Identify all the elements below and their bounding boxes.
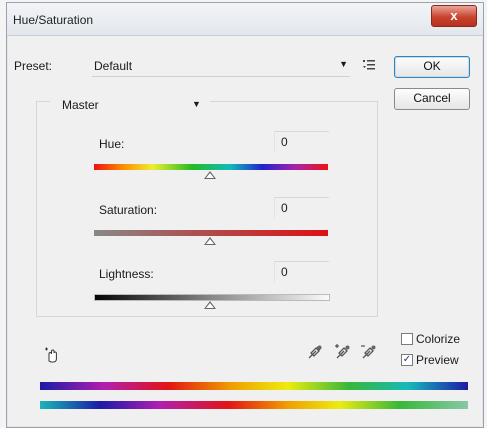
targeted-adjustment-hand-icon[interactable]	[42, 347, 62, 363]
lightness-slider-thumb[interactable]	[204, 301, 216, 309]
ok-button[interactable]: OK	[394, 56, 470, 78]
eyedropper-icon[interactable]	[306, 343, 324, 361]
preset-label: Preset:	[14, 59, 53, 73]
channel-value: Master	[62, 98, 99, 112]
colorize-checkbox[interactable]	[401, 333, 413, 345]
preview-label: Preview	[416, 353, 459, 367]
title-bar[interactable]: Hue/Saturation x	[7, 3, 483, 36]
hue-value-input[interactable]: 0	[274, 131, 329, 152]
lightness-slider-track[interactable]	[94, 294, 330, 301]
close-icon: x	[450, 8, 458, 23]
preset-menu-icon[interactable]	[362, 58, 376, 72]
lightness-value-input[interactable]: 0	[274, 261, 329, 282]
hue-label: Hue:	[99, 137, 125, 151]
saturation-value-input[interactable]: 0	[274, 197, 329, 218]
colorize-label: Colorize	[416, 332, 461, 346]
hue-slider-track[interactable]	[94, 164, 328, 170]
lightness-label: Lightness:	[99, 267, 154, 281]
saturation-label: Saturation:	[99, 203, 158, 217]
preset-value: Default	[94, 59, 133, 73]
dropdown-arrow-icon: ▼	[192, 99, 201, 109]
hue-slider-thumb[interactable]	[204, 171, 216, 179]
channel-dropdown[interactable]: Master ▼	[50, 95, 210, 113]
cancel-button[interactable]: Cancel	[394, 88, 470, 110]
output-color-spectrum-bar	[40, 401, 468, 409]
preview-checkbox[interactable]: ✓	[401, 354, 413, 366]
dialog-title: Hue/Saturation	[13, 13, 94, 27]
dropdown-arrow-icon: ▼	[339, 59, 348, 69]
preset-dropdown[interactable]: Default ▼	[92, 56, 350, 77]
saturation-slider-thumb[interactable]	[204, 237, 216, 245]
input-color-spectrum-bar	[40, 382, 468, 390]
eyedropper-minus-icon[interactable]	[360, 343, 378, 361]
saturation-slider-track[interactable]	[94, 230, 328, 236]
close-button[interactable]: x	[431, 5, 477, 27]
eyedropper-plus-icon[interactable]	[334, 343, 352, 361]
